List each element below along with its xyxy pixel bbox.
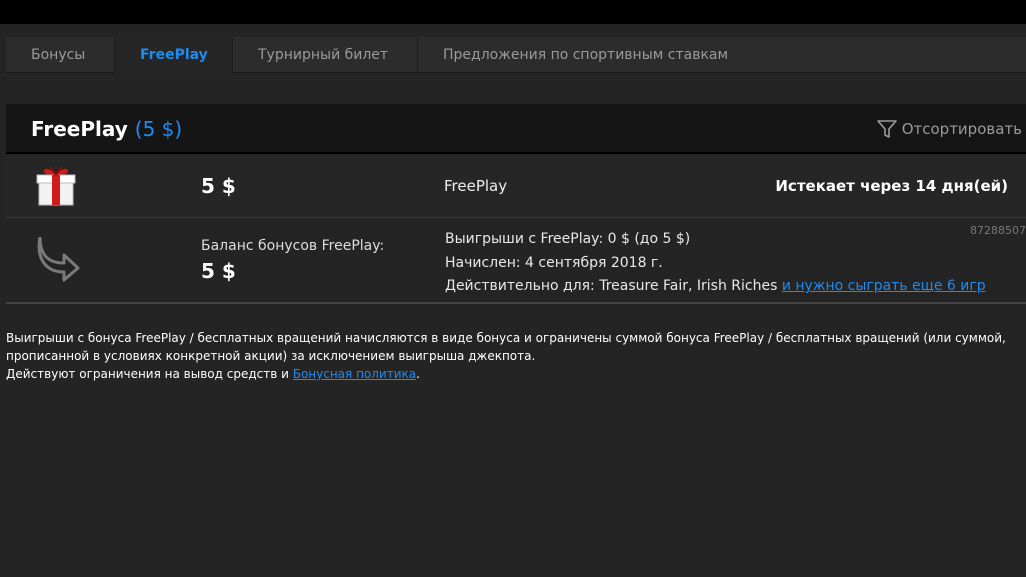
sort-label: Отсортировать [901,120,1022,138]
accrued-date: Начислен: 4 сентября 2018 г. [445,254,663,271]
balance-value: 5 $ [201,259,236,283]
curved-arrow-icon [37,237,80,282]
withdrawal-suffix: . [416,367,420,381]
expiry-text: Истекает через 14 дня(ей) [775,177,1008,195]
title-amount: (5 $) [134,117,183,141]
disclaimer: Выигрыши с бонуса FreePlay / бесплатных … [6,329,1026,383]
bonus-policy-link[interactable]: Бонусная политика [293,367,416,381]
tab-freeplay[interactable]: FreePlay [115,37,233,73]
gift-icon [36,166,76,206]
bonus-summary-row[interactable]: 5 $ FreePlay Истекает через 14 дня(ей) [6,155,1026,218]
page-title: FreePlay (5 $) [31,117,182,141]
valid-for-line: Действительно для: Treasure Fair, Irish … [445,275,986,299]
top-bar [0,0,1026,24]
bonus-type: FreePlay [444,177,508,195]
bonus-tabs: Бонусы FreePlay Турнирный билет Предложе… [6,37,1026,73]
disclaimer-text: Выигрыши с бонуса FreePlay / бесплатных … [6,331,1006,363]
filter-icon [876,120,897,138]
tab-sports-offers[interactable]: Предложения по спортивным ставкам [418,37,1026,73]
tab-bonuses[interactable]: Бонусы [6,37,115,73]
valid-games: Действительно для: Treasure Fair, Irish … [445,278,778,294]
balance-label: Баланс бонусов FreePlay: [201,238,385,254]
withdrawal-text: Действуют ограничения на вывод средств и [6,367,293,381]
bonus-details: Выигрыши с FreePlay: 0 $ (до 5 $) Начисл… [445,228,986,299]
title-text: FreePlay [31,117,128,141]
withdrawal-note: Действуют ограничения на вывод средств и… [6,365,1026,383]
bonus-id: 87288507 [970,224,1026,237]
bonus-details-row: Баланс бонусов FreePlay: 5 $ Выигрыши с … [6,219,1026,304]
bonus-amount: 5 $ [201,174,236,198]
tab-tournament-ticket[interactable]: Турнирный билет [233,37,418,73]
section-header: FreePlay (5 $) Отсортировать [6,104,1026,154]
wager-requirement-link[interactable]: и нужно сыграть еще 6 игр [782,278,986,294]
winnings-text: Выигрыши с FreePlay: 0 $ (до 5 $) [445,231,691,247]
sort-button[interactable]: Отсортировать [876,118,1022,140]
